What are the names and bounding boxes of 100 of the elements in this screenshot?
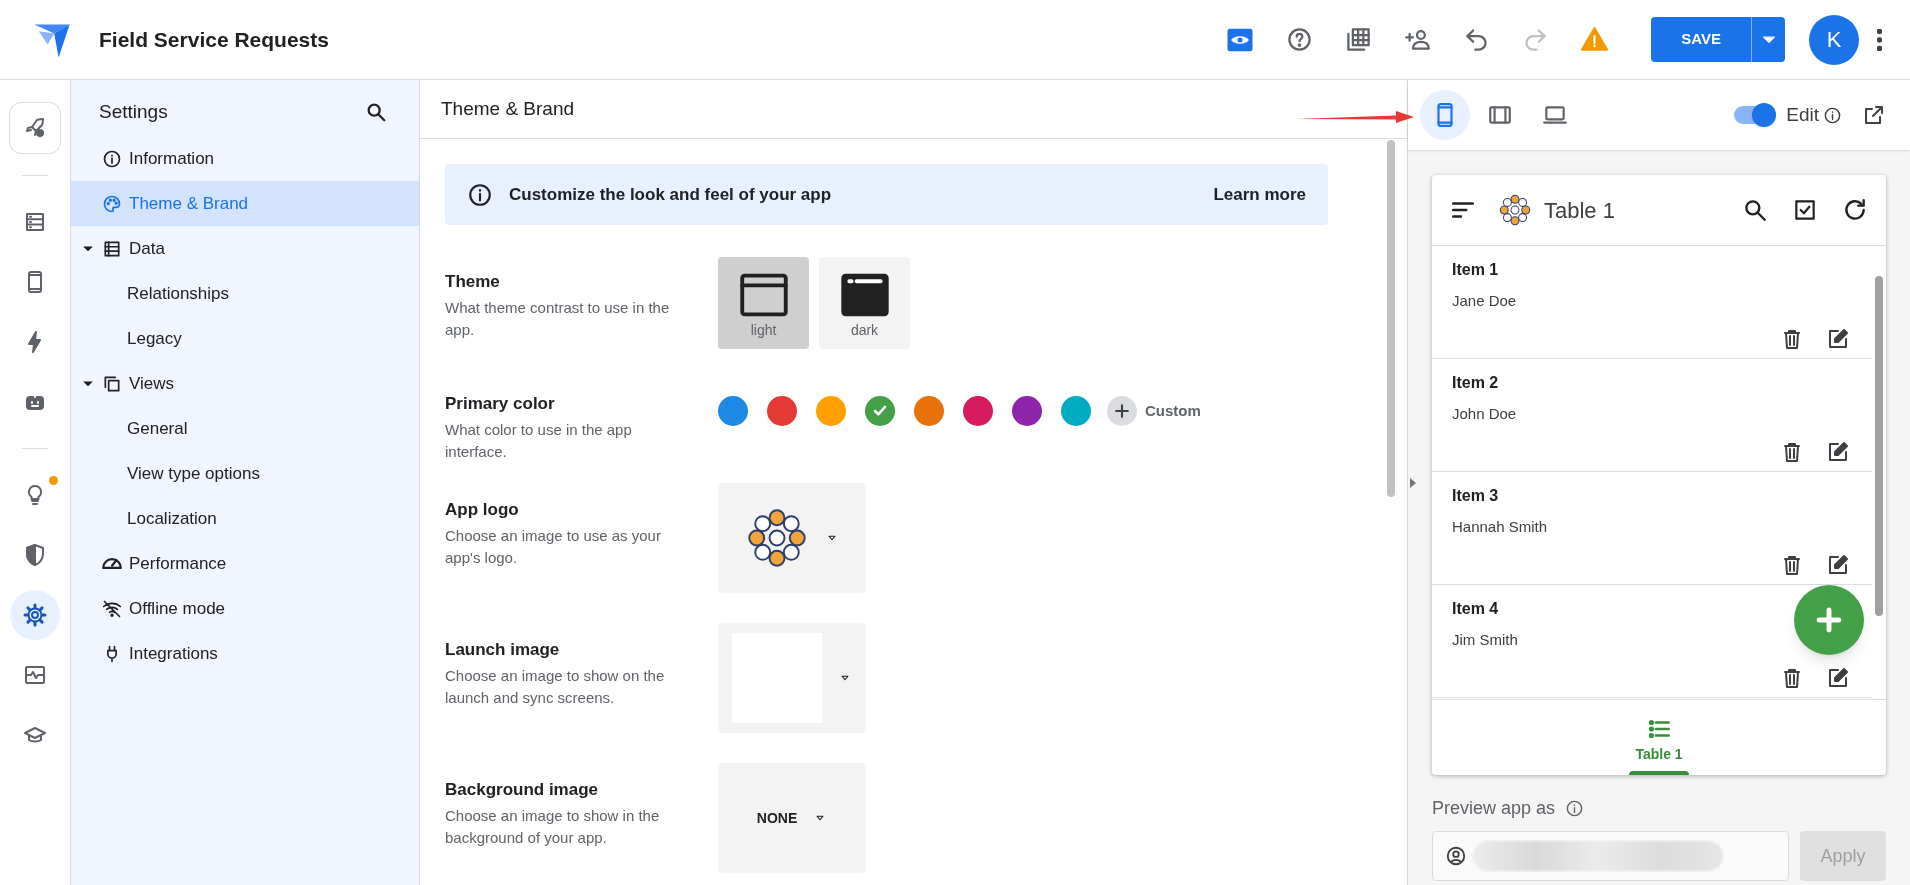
setting-description: What color to use in the app interface. [445,419,633,462]
rail-button[interactable] [9,102,61,154]
open-in-new-button[interactable] [1862,103,1886,127]
plus-icon [1112,401,1132,421]
row-subtitle: Jane Doe [1452,291,1517,311]
sidebar-item[interactable]: Theme & Brand [71,181,419,226]
wifi-off-icon [102,598,122,619]
account-icon [1445,845,1467,867]
gauge-icon [102,558,122,569]
bottom-nav-tab[interactable]: Table 1 [1599,700,1719,775]
sidebar-item[interactable]: Information [71,136,419,181]
color-swatch[interactable] [914,396,944,426]
sidebar-item[interactable]: General [71,406,419,451]
warning-icon [1580,26,1608,53]
list-row[interactable]: Item 3 Hannah Smith [1432,472,1872,585]
preview-as-label: Preview app as [1432,797,1556,820]
setting-description: What theme contrast to use in the app. [445,297,671,340]
custom-color-button[interactable]: Custom [1107,396,1201,426]
panel-title: Theme & Brand [441,96,575,121]
banner-text: Customize the look and feel of your app [509,183,832,206]
color-swatch[interactable] [963,396,993,426]
search-icon [365,101,387,123]
sidebar-item[interactable]: Relationships [71,271,419,316]
color-swatch[interactable] [1012,396,1042,426]
info-icon [467,181,493,208]
monitor-pulse-icon [23,663,47,687]
toggle-label: Edit [1786,102,1819,127]
search-button[interactable] [365,101,387,123]
sidebar-item[interactable]: Performance [71,541,419,586]
color-swatch[interactable] [865,396,895,426]
grid-sheets-icon [1344,26,1372,53]
edit-icon[interactable] [1826,326,1850,351]
more-menu-button[interactable] [1877,28,1882,51]
open-in-new-icon [1862,103,1886,127]
edit-icon[interactable] [1826,439,1850,464]
sidebar-title: Settings [99,99,168,124]
setting-label: Primary color [445,393,556,415]
avatar[interactable]: K [1809,14,1859,65]
row-subtitle: John Doe [1452,404,1517,424]
app-view-title: Table 1 [1544,196,1616,225]
info-icon [102,148,122,169]
option-label: light [750,320,777,340]
refresh-icon[interactable] [1842,197,1868,223]
edit-icon[interactable] [1826,665,1850,690]
theme-option[interactable]: light [718,257,809,349]
app-title: Field Service Requests [99,26,329,53]
picker-value: NONE [756,808,798,828]
collapse-handle-icon[interactable] [1410,478,1416,488]
list-row[interactable]: Item 1 Jane Doe [1432,246,1872,359]
add-button[interactable] [1794,585,1864,655]
color-swatch[interactable] [718,396,748,426]
sidebar-item[interactable]: Legacy [71,316,419,361]
row-title: Item 1 [1452,260,1499,280]
sidebar-item[interactable]: View type options [71,451,419,496]
color-swatch[interactable] [1061,396,1091,426]
setting-label: Background image [445,779,600,801]
setting-label: Theme [445,271,501,293]
sidebar-item[interactable]: Integrations [71,631,419,676]
info-icon[interactable] [1565,799,1585,818]
row-title: Item 4 [1452,599,1499,619]
rail-button[interactable] [10,590,60,640]
device-toggle[interactable] [1420,90,1470,140]
edit-icon[interactable] [1826,552,1850,577]
setting-description: Choose an image to show in the background of your app. [445,805,661,848]
image-picker[interactable]: NONE [718,763,866,873]
setting-description: Choose an image to use as your app's logo. [445,525,662,568]
color-swatch[interactable] [816,396,846,426]
logo-drawing [1498,193,1532,227]
row-subtitle: Hannah Smith [1452,517,1548,537]
sidebar-item[interactable]: Views [71,361,419,406]
color-swatch[interactable] [767,396,797,426]
checkbox-icon[interactable] [1792,197,1818,223]
edit-toggle[interactable] [1734,106,1777,124]
learn-more-link[interactable]: Learn more [1213,181,1306,208]
settings-icon [23,603,47,627]
theme-option[interactable]: dark [819,257,910,349]
sidebar-item[interactable]: Data [71,226,419,271]
setting-label: App logo [445,499,520,521]
sidebar-item[interactable]: Offline mode [71,586,419,631]
help-icon [1285,26,1313,53]
palette-icon [102,193,122,214]
row-subtitle: Jim Smith [1452,630,1518,650]
list-row[interactable]: Item 2 John Doe [1432,359,1872,472]
info-icon[interactable] [1823,105,1842,125]
setting-description: Choose an image to show on the launch and sync screens. [445,665,666,708]
scrollbar[interactable] [1387,140,1395,497]
shield-icon [23,543,47,567]
rocket-icon [23,116,47,140]
setting-label: Launch image [445,639,561,661]
option-label: dark [850,320,879,340]
row-title: Item 2 [1452,373,1499,393]
more-icon [1877,28,1882,51]
scrollbar[interactable] [1875,276,1883,616]
table-icon [23,210,47,234]
user-select-field[interactable] [1432,831,1789,881]
sidebar-item[interactable]: Localization [71,496,419,541]
row-title: Item 3 [1452,486,1499,506]
search-icon[interactable] [1742,197,1768,223]
image-picker[interactable] [718,483,866,593]
logo-drawing [745,506,809,570]
